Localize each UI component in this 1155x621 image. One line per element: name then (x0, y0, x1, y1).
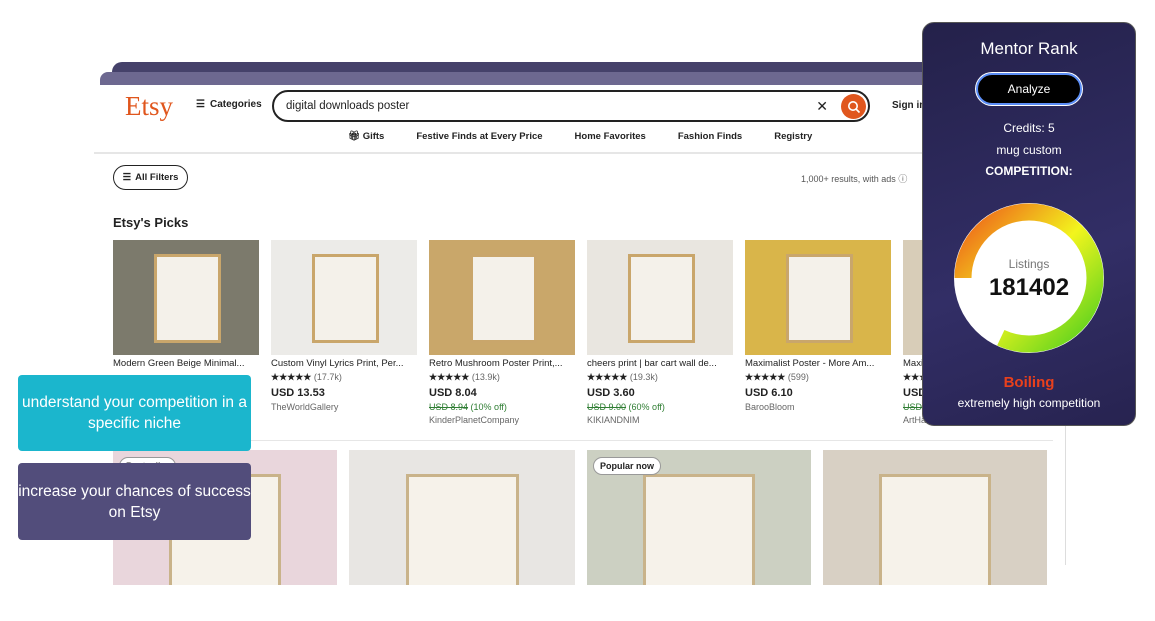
analyze-button[interactable]: Analyze (976, 73, 1082, 105)
price: USD 8.04 (429, 387, 477, 399)
product-card[interactable]: Retro Mushroom Poster Print,... ★★★★★ (1… (429, 240, 575, 425)
mentor-rank-panel: Mentor Rank Analyze Credits: 5 mug custo… (922, 22, 1136, 426)
poster-image (311, 253, 380, 344)
product-card[interactable]: cheers print | bar cart wall de... ★★★★★… (587, 240, 733, 425)
price: USD 3.60 (587, 387, 635, 399)
categories-button[interactable]: ☰ Categories (196, 99, 262, 110)
listing-image[interactable]: Popular now (587, 450, 811, 585)
badge: Popular now (593, 457, 661, 475)
nav-fashion[interactable]: Fashion Finds (678, 131, 742, 142)
panel-title: Mentor Rank (980, 39, 1078, 58)
window-frame (100, 72, 932, 86)
results-count: 1,000+ results, with ads ⓘ (801, 174, 908, 184)
section-title: Etsy's Picks (113, 215, 189, 230)
search-button[interactable] (841, 94, 866, 119)
poster-image (879, 474, 991, 585)
product-card[interactable]: Modern Green Beige Minimal... (113, 240, 259, 369)
poster-image (469, 253, 538, 344)
nav-home[interactable]: Home Favorites (575, 131, 646, 142)
product-card[interactable]: Maximalist Poster - More Am... ★★★★★ (59… (745, 240, 891, 412)
poster-image (405, 474, 519, 585)
gift-icon: 🎁︎ (348, 131, 363, 142)
rating: ★★★★★ (19.3k) (587, 372, 658, 382)
poster-image (627, 253, 696, 344)
discount: USD 9.00 (60% off) (587, 402, 665, 412)
shop-name[interactable]: BarooBloom (745, 402, 891, 412)
nav-registry[interactable]: Registry (774, 131, 812, 142)
price: USD 13.53 (271, 387, 325, 399)
product-image[interactable] (745, 240, 891, 355)
rating: ★★★★★ (13.9k) (429, 372, 500, 382)
search-icon (847, 100, 860, 113)
product-title[interactable]: Maximalist Poster - More Am... (745, 358, 891, 369)
menu-icon: ☰ (196, 99, 205, 110)
product-title[interactable]: Custom Vinyl Lyrics Print, Per... (271, 358, 417, 369)
clear-icon[interactable]: ✕ (816, 98, 828, 115)
competition-label: COMPETITION: (985, 164, 1073, 178)
product-title[interactable]: cheers print | bar cart wall de... (587, 358, 733, 369)
all-filters-button[interactable]: ☰ All Filters (113, 165, 188, 190)
competition-level: Boiling (1003, 374, 1055, 391)
sign-in-link[interactable]: Sign in (892, 100, 925, 111)
product-image[interactable] (113, 240, 259, 355)
product-image[interactable] (271, 240, 417, 355)
poster-image (153, 253, 222, 344)
search-input[interactable]: digital downloads poster ✕ (272, 90, 870, 122)
listings-label: Listings (1009, 257, 1050, 271)
product-image[interactable] (587, 240, 733, 355)
poster-image (643, 474, 755, 585)
help-icon[interactable]: ⓘ (898, 174, 907, 184)
nav-gifts[interactable]: 🎁︎ Gifts (348, 131, 384, 142)
divider (113, 440, 1053, 441)
product-image[interactable] (429, 240, 575, 355)
shop-name[interactable]: KIKIANDNIM (587, 415, 733, 425)
competition-gauge: Listings 181402 (954, 203, 1104, 353)
listing-image[interactable] (349, 450, 575, 585)
competition-description: extremely high competition (957, 396, 1101, 410)
callout-competition: understand your competition in a specifi… (18, 375, 251, 451)
product-title[interactable]: Retro Mushroom Poster Print,... (429, 358, 575, 369)
product-card[interactable]: Custom Vinyl Lyrics Print, Per... ★★★★★ … (271, 240, 417, 412)
listing-image[interactable] (823, 450, 1047, 585)
divider (94, 152, 1066, 154)
nav-bar: 🎁︎ Gifts Festive Finds at Every Price Ho… (348, 131, 812, 142)
poster-image (785, 253, 854, 344)
filter-icon: ☰ (122, 172, 132, 183)
credits: Credits: 5 (1003, 121, 1055, 135)
rating: ★★★★★ (599) (745, 372, 809, 382)
price: USD 6.10 (745, 387, 793, 399)
keyword: mug custom (996, 143, 1062, 157)
discount: USD 8.94 (10% off) (429, 402, 507, 412)
shop-name[interactable]: TheWorldGallery (271, 402, 417, 412)
etsy-logo[interactable]: Etsy (125, 91, 173, 122)
product-title[interactable]: Modern Green Beige Minimal... (113, 358, 259, 369)
rating: ★★★★★ (17.7k) (271, 372, 342, 382)
callout-success: increase your chances of success on Etsy (18, 463, 251, 540)
shop-name[interactable]: KinderPlanetCompany (429, 415, 575, 425)
listings-count: 181402 (989, 274, 1069, 301)
nav-festive[interactable]: Festive Finds at Every Price (416, 131, 542, 142)
